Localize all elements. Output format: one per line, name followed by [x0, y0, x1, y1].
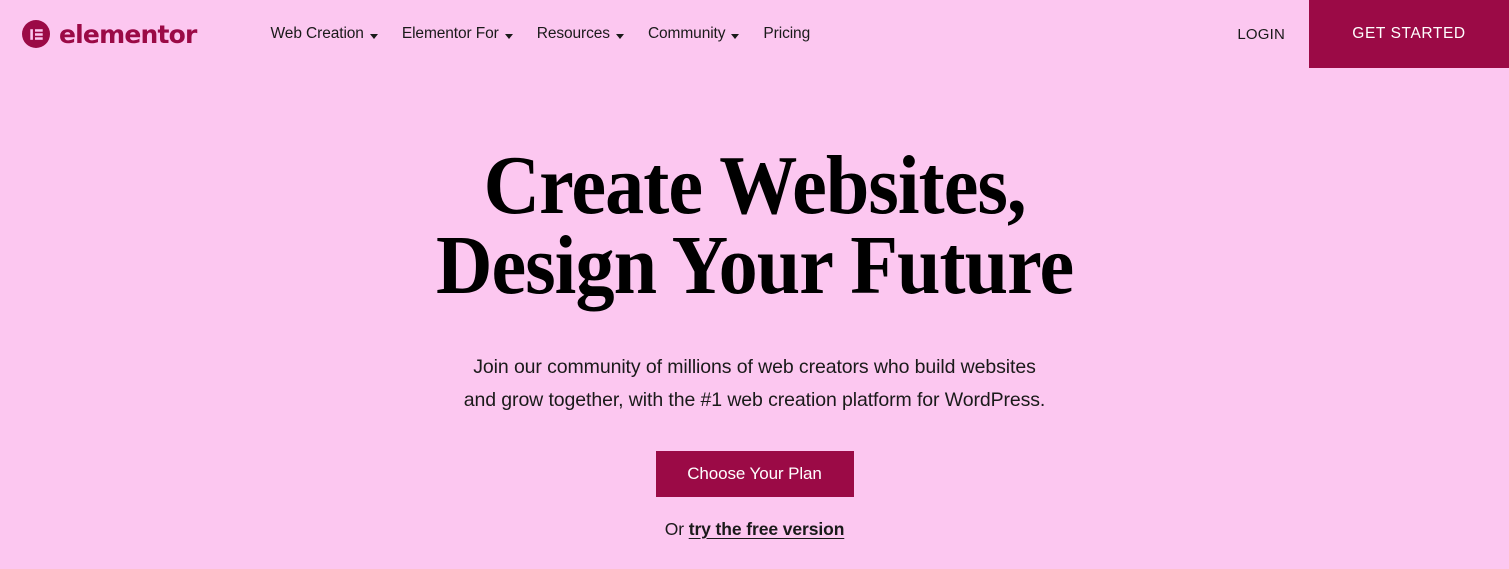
get-started-button[interactable]: GET STARTED [1309, 0, 1509, 68]
free-version-line: Or try the free version [665, 519, 845, 540]
site-header: elementor Web Creation Elementor For Res… [0, 0, 1509, 68]
hero-subtitle-line-1: Join our community of millions of web cr… [473, 356, 1036, 378]
chevron-down-icon [504, 33, 513, 39]
elementor-logo[interactable]: elementor [22, 20, 197, 48]
nav-item-label: Community [647, 25, 726, 42]
free-version-prefix: Or [664, 519, 689, 539]
chevron-down-icon [615, 33, 624, 39]
header-left: elementor Web Creation Elementor For Res… [0, 0, 822, 68]
try-free-version-link[interactable]: try the free version [689, 519, 845, 539]
nav-item-web-creation[interactable]: Web Creation [259, 0, 390, 68]
hero-section: Create Websites, Design Your Future Join… [0, 68, 1509, 569]
nav-item-elementor-for[interactable]: Elementor For [390, 0, 525, 68]
main-nav: Web Creation Elementor For Resources Com… [259, 0, 823, 68]
hero-subtitle: Join our community of millions of web cr… [464, 351, 1046, 417]
nav-item-label: Elementor For [401, 25, 499, 42]
elementor-logo-icon [22, 20, 50, 48]
header-right: LOGIN GET STARTED [1227, 0, 1509, 68]
page-title: Create Websites, Design Your Future [435, 139, 1074, 312]
nav-item-resources[interactable]: Resources [525, 0, 636, 68]
chevron-down-icon [369, 33, 378, 39]
nav-item-pricing[interactable]: Pricing [751, 0, 822, 68]
chevron-down-icon [731, 33, 740, 39]
nav-item-community[interactable]: Community [636, 0, 751, 68]
page-root: elementor Web Creation Elementor For Res… [0, 0, 1509, 569]
page-title-line-2: Design Your Future [435, 219, 1074, 312]
logo-wordmark: elementor [59, 19, 197, 49]
login-link[interactable]: LOGIN [1227, 0, 1309, 68]
page-title-line-1: Create Websites, [483, 139, 1026, 232]
nav-item-label: Pricing [763, 25, 811, 42]
header-spacer [822, 0, 1227, 68]
choose-your-plan-button[interactable]: Choose Your Plan [655, 451, 854, 497]
nav-item-label: Web Creation [270, 25, 364, 42]
nav-item-label: Resources [536, 25, 610, 42]
hero-subtitle-line-2: and grow together, with the #1 web creat… [463, 389, 1046, 411]
